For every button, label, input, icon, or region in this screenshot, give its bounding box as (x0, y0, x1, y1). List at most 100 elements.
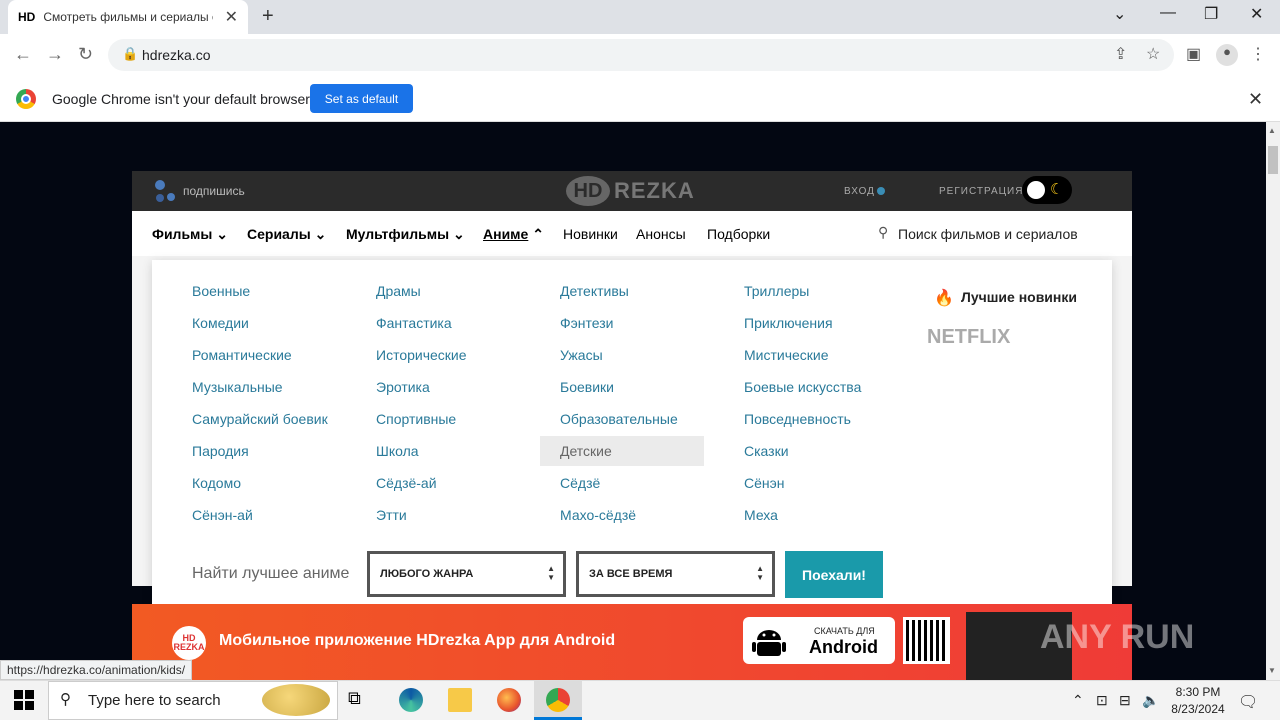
genre-link[interactable]: Сёнэн-ай (192, 507, 253, 523)
nav-collections[interactable]: Подборки (707, 226, 770, 242)
genre-link[interactable]: Кодомо (192, 475, 241, 491)
volume-icon[interactable]: 🔈 (1142, 692, 1159, 709)
scroll-up-icon[interactable]: ▲ (1268, 126, 1276, 135)
scrollbar-thumb[interactable] (1268, 146, 1278, 174)
time-select[interactable]: ЗА ВСЕ ВРЕМЯ ▲ ▼ (576, 551, 775, 597)
genre-link[interactable]: Музыкальные (192, 379, 283, 395)
genre-link[interactable]: Меха (744, 507, 778, 523)
genre-link[interactable]: Пародия (192, 443, 249, 459)
genre-link[interactable]: Военные (192, 283, 250, 299)
file-explorer-icon[interactable] (448, 688, 472, 712)
genre-link[interactable]: Эротика (376, 379, 430, 395)
genre-link[interactable]: Детские (560, 443, 612, 459)
genre-link[interactable]: Сказки (744, 443, 789, 459)
clock[interactable]: 8:30 PM 8/23/2024 (1170, 684, 1226, 718)
genre-link[interactable]: Сёдзё-ай (376, 475, 437, 491)
genre-link[interactable]: Исторические (376, 347, 467, 363)
menu-dots-icon[interactable]: ⋮ (1250, 44, 1266, 64)
infobar-close-icon[interactable]: ✕ (1248, 89, 1263, 110)
subscribe-link[interactable]: подпишись (183, 184, 245, 198)
genre-link[interactable]: Мистические (744, 347, 829, 363)
side-panel-icon[interactable]: ▣ (1186, 44, 1201, 64)
url-text[interactable]: hdrezka.co (142, 47, 210, 63)
genre-link[interactable]: Фэнтези (560, 315, 614, 331)
genre-link[interactable]: Романтические (192, 347, 292, 363)
genre-link[interactable]: Боевые искусства (744, 379, 861, 395)
address-bar[interactable] (108, 39, 1174, 71)
genre-link[interactable]: Школа (376, 443, 419, 459)
windows-start-icon[interactable] (14, 690, 34, 710)
site-logo[interactable]: HD REZKA (566, 175, 695, 207)
lock-icon[interactable]: 🔒 (122, 46, 138, 62)
select-arrows-icon: ▲ ▼ (547, 564, 555, 582)
bookmark-star-icon[interactable]: ☆ (1146, 44, 1160, 64)
genre-link[interactable]: Ужасы (560, 347, 603, 363)
genre-link[interactable]: Этти (376, 507, 407, 523)
nav-films[interactable]: Фильмы ⌄ (152, 226, 228, 243)
restore-icon[interactable]: ❐ (1204, 4, 1218, 24)
scrollbar[interactable] (1266, 122, 1280, 680)
search-highlight-image[interactable] (262, 684, 330, 716)
genre-link[interactable]: Сёдзё (560, 475, 600, 491)
nav-announces[interactable]: Анонсы (636, 226, 686, 242)
nav-anime[interactable]: Аниме ⌃ (483, 226, 544, 243)
search-icon[interactable]: ⚲ (878, 224, 888, 241)
logo-hd: HD (566, 176, 610, 206)
window-close-icon[interactable]: ✕ (1250, 4, 1263, 24)
nav-new[interactable]: Новинки (563, 226, 618, 242)
genre-link[interactable]: Сёнэн (744, 475, 785, 491)
genre-link[interactable]: Приключения (744, 315, 833, 331)
genre-link[interactable]: Повседневность (744, 411, 851, 427)
chevron-down-icon: ⌄ (314, 226, 327, 242)
genre-link[interactable]: Спортивные (376, 411, 456, 427)
firefox-icon[interactable] (497, 688, 521, 712)
best-new-link[interactable]: Лучшие новинки (961, 289, 1077, 305)
reload-icon[interactable]: ↻ (78, 44, 93, 65)
genre-link[interactable]: Самурайский боевик (192, 411, 328, 427)
genre-link[interactable]: Комедии (192, 315, 249, 331)
taskbar-search-placeholder[interactable]: Type here to search (88, 692, 221, 709)
network-icon[interactable]: ⊟ (1119, 692, 1131, 709)
genre-link[interactable]: Фантастика (376, 315, 452, 331)
tray-app-icon[interactable]: ⊡ (1096, 692, 1108, 709)
subscribe-icon[interactable] (152, 179, 176, 203)
tab-favicon: HD (18, 10, 36, 24)
register-link[interactable]: РЕГИСТРАЦИЯ (939, 186, 1023, 197)
banner-logo: HD REZKA (172, 626, 206, 660)
netflix-link[interactable]: NETFLIX (927, 326, 1010, 349)
android-icon (752, 630, 786, 656)
profile-icon[interactable]: ● (1216, 44, 1238, 66)
new-tab-button[interactable]: + (262, 5, 274, 28)
genre-link[interactable]: Детективы (560, 283, 629, 299)
chrome-icon[interactable] (546, 688, 570, 712)
genre-link[interactable]: Боевики (560, 379, 614, 395)
nav-series[interactable]: Сериалы ⌄ (247, 226, 326, 243)
browser-tab[interactable]: HD Смотреть фильмы и сериалы о ✕ (8, 0, 248, 34)
genre-link[interactable]: Махо-сёдзё (560, 507, 636, 523)
search-input[interactable]: Поиск фильмов и сериалов (898, 226, 1078, 242)
genre-link[interactable]: Триллеры (744, 283, 809, 299)
genre-link[interactable]: Драмы (376, 283, 421, 299)
nav-cartoons[interactable]: Мультфильмы ⌄ (346, 226, 465, 243)
go-button[interactable]: Поехали! (785, 551, 883, 598)
minimize-icon[interactable]: — (1160, 4, 1176, 22)
share-icon[interactable]: ⇪ (1114, 44, 1127, 64)
logo-rezka: REZKA (614, 178, 695, 203)
forward-icon[interactable]: → (46, 44, 64, 65)
login-link[interactable]: ВХОД (844, 186, 875, 197)
genre-link[interactable]: Образовательные (560, 411, 678, 427)
notifications-icon[interactable]: 🗨 (1238, 692, 1258, 712)
tab-search-icon[interactable]: ⌄ (1113, 4, 1126, 24)
back-icon[interactable]: ← (14, 44, 32, 65)
genre-select[interactable]: ЛЮБОГО ЖАНРА ▲ ▼ (367, 551, 566, 597)
chevron-up-icon: ⌃ (532, 226, 544, 242)
task-view-icon[interactable]: ⧉ (348, 688, 372, 712)
theme-toggle[interactable]: ☾ (1022, 176, 1072, 204)
tray-chevron-icon[interactable]: ⌃ (1072, 692, 1084, 709)
scroll-down-icon[interactable]: ▼ (1268, 666, 1276, 675)
set-as-default-button[interactable]: Set as default (310, 84, 413, 113)
select-arrows-icon: ▲ ▼ (756, 564, 764, 582)
edge-icon[interactable] (399, 688, 423, 712)
tab-close-icon[interactable]: ✕ (225, 7, 238, 27)
toggle-knob (1027, 181, 1045, 199)
